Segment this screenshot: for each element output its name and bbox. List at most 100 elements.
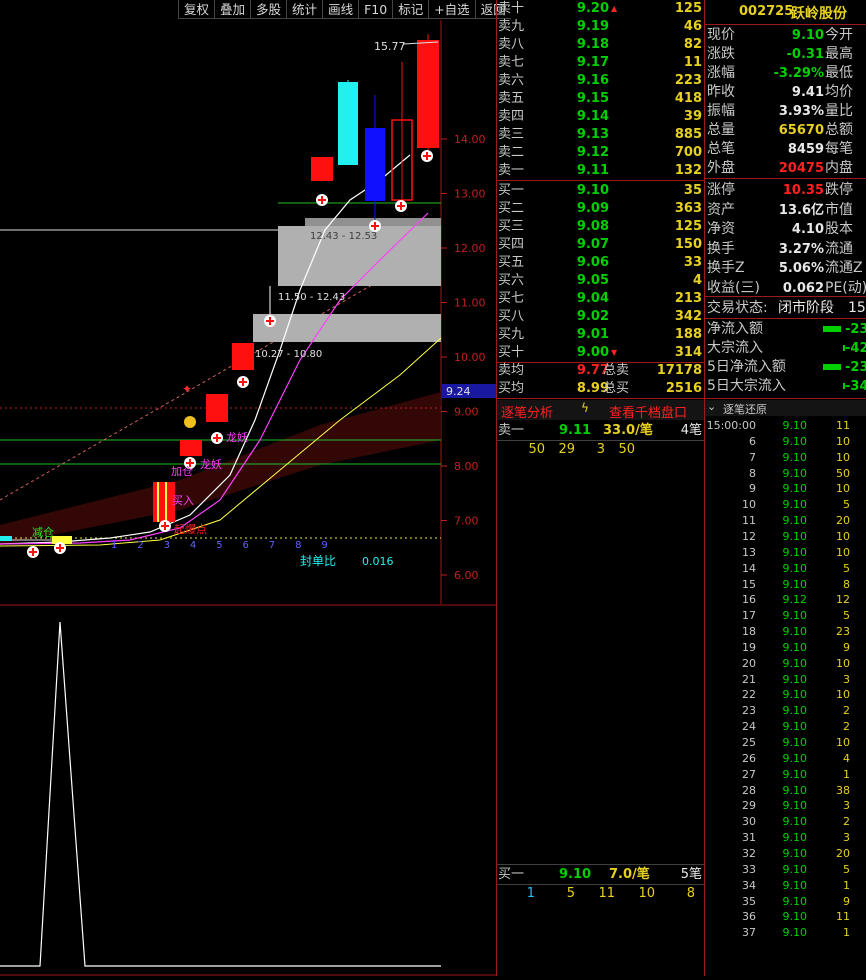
orderbook-row[interactable]: 买五 9.06 33: [497, 254, 705, 272]
buy-marker-icon: [211, 432, 223, 444]
sell1-label: 卖一: [498, 423, 525, 438]
level-label: 卖七: [498, 55, 525, 70]
orderbook-row[interactable]: 卖五 9.15 418: [497, 90, 705, 108]
toolbar-add-watchlist-button[interactable]: +自选: [428, 0, 475, 19]
orderbook-row[interactable]: 卖九 9.19 46: [497, 18, 705, 36]
orderbook-row[interactable]: 卖四 9.14 39: [497, 108, 705, 126]
info-key: 换手Z: [707, 260, 745, 276]
tick-qty: 3: [843, 799, 850, 813]
tick-time: 37: [742, 926, 756, 940]
info-row: 涨幅 -3.29% 最低: [705, 64, 866, 83]
level-volume: 150: [674, 237, 702, 252]
orderbook-row[interactable]: 卖二 9.12 700: [497, 144, 705, 162]
info-key: 涨停: [707, 182, 735, 198]
toolbar-f10-button[interactable]: F10: [358, 0, 393, 19]
toolbar-draw-line-button[interactable]: 画线: [322, 0, 359, 19]
tick-price: 9.10: [782, 640, 808, 654]
tick-qty: 8: [843, 577, 850, 591]
tick-price: 9.10: [782, 545, 808, 559]
total-buy-value: 2516: [665, 381, 702, 396]
total-sell-value: 17178: [656, 363, 702, 378]
collapse-icon[interactable]: ⌄: [707, 400, 716, 413]
orderbook-row[interactable]: 卖八 9.18 82: [497, 36, 705, 54]
orderbook-row[interactable]: 买二 9.09 363: [497, 200, 705, 218]
orderbook-row[interactable]: 卖三 9.13 885: [497, 126, 705, 144]
flow-value: -23: [845, 322, 866, 337]
info-value: 20475: [778, 161, 824, 176]
tick-price: 9.10: [782, 609, 808, 623]
orderbook-row[interactable]: 卖七 9.17 11: [497, 54, 705, 72]
orderbook-row[interactable]: 买三 9.08 125: [497, 218, 705, 236]
level-price: 9.02: [576, 309, 609, 324]
level-price: 9.12: [576, 145, 609, 160]
buy1-queue: 1 5 11 10 8: [497, 885, 705, 903]
seal-ratio-label: 封单比: [300, 554, 336, 568]
orderbook-row[interactable]: 买九 9.01 188: [497, 326, 705, 344]
queue-order: 11: [598, 886, 615, 901]
orderbook-row[interactable]: 卖一 9.11 132: [497, 162, 705, 180]
tick-row: 16 9.12 12: [705, 592, 866, 608]
orderbook-row[interactable]: 买六 9.05 4: [497, 272, 705, 290]
flow-label: 5日大宗流入: [707, 378, 786, 394]
tick-qty: 23: [836, 625, 850, 639]
tick-qty: 38: [836, 783, 850, 797]
day-number: 6: [243, 540, 249, 551]
lightning-icon: ϟ: [581, 401, 589, 415]
tab-zhubi-analysis[interactable]: 逐笔分析: [501, 402, 553, 421]
tick-time: 33: [742, 862, 756, 876]
flow-row: 大宗流入 -420: [705, 339, 866, 358]
orderbook-row[interactable]: 买一 9.10 35: [497, 182, 705, 200]
toolbar-fuquan-button[interactable]: 复权: [178, 0, 215, 19]
order-book-panel: 卖十 9.20 ▲ 125 卖九 9.19 46 卖八 9.18 82 卖七 9.17 11 卖六 9.16…: [496, 0, 705, 976]
high-price-label: 15.77: [374, 40, 406, 53]
stock-header: 002725 跃岭股份: [705, 0, 866, 24]
tick-qty: 2: [843, 720, 850, 734]
tick-time: 8: [749, 466, 756, 480]
price-axis-label: 9.00: [454, 406, 479, 419]
toolbar-overlay-button[interactable]: 叠加: [214, 0, 251, 19]
level-price: 9.18: [576, 37, 609, 52]
tick-time: 24: [742, 720, 756, 734]
tab-qiandang[interactable]: 查看千档盘口: [609, 402, 687, 421]
info-key-2: 每笔: [825, 141, 853, 157]
tick-qty: 2: [843, 815, 850, 829]
tick-qty: 10: [836, 736, 850, 749]
trade-status-label: 交易状态:: [707, 300, 768, 316]
level-price: 9.10: [576, 183, 609, 198]
level-arrow-icon: ▼: [611, 348, 618, 357]
tick-time: 22: [742, 688, 756, 702]
kline-chart-panel[interactable]: 15.77 12.43 - 12.53 11.50 - 12.43 10.27 …: [0, 20, 496, 976]
orderbook-row[interactable]: 卖六 9.16 223: [497, 72, 705, 90]
tick-qty: 11: [836, 910, 850, 924]
tick-row: 25 9.10 10: [705, 735, 866, 751]
tick-price: 9.10: [782, 783, 808, 797]
orderbook-row[interactable]: 卖十 9.20 ▲ 125: [497, 0, 705, 18]
candle: [0, 536, 12, 541]
tick-row: 17 9.10 5: [705, 608, 866, 624]
annotation-label: 龙妖: [200, 457, 222, 471]
tick-row: 32 9.10 20: [705, 846, 866, 862]
tick-title-bar[interactable]: ⌄ 逐笔还原: [705, 400, 866, 416]
toolbar-multi-stock-button[interactable]: 多股: [250, 0, 287, 19]
zone-label: 12.43 - 12.53: [310, 231, 377, 242]
info-value: -0.31: [786, 47, 824, 62]
sell1-price: 9.11: [559, 423, 592, 438]
toolbar-mark-button[interactable]: 标记: [392, 0, 429, 19]
info-value: 3.27%: [778, 241, 824, 257]
total-sell-label: 总卖: [603, 363, 630, 378]
tick-time: 7: [749, 450, 756, 464]
level-price: 9.07: [576, 237, 609, 252]
orderbook-row[interactable]: 买七 9.04 213: [497, 290, 705, 308]
zone-label: 11.50 - 12.43: [278, 292, 345, 303]
orderbook-row[interactable]: 买十 9.00 ▼ 314: [497, 344, 705, 362]
kline-chart-svg[interactable]: 15.77 12.43 - 12.53 11.50 - 12.43 10.27 …: [0, 20, 496, 976]
level-price: 9.01: [576, 327, 609, 342]
level-volume: 700: [674, 145, 702, 160]
orderbook-row[interactable]: 买八 9.02 342: [497, 308, 705, 326]
tick-time: 17: [742, 609, 756, 623]
info-row: 总量 65670 总额: [705, 121, 866, 140]
tick-row: 21 9.10 3: [705, 672, 866, 688]
level-price: 9.15: [576, 91, 609, 106]
toolbar-stats-button[interactable]: 统计: [286, 0, 323, 19]
orderbook-row[interactable]: 买四 9.07 150: [497, 236, 705, 254]
